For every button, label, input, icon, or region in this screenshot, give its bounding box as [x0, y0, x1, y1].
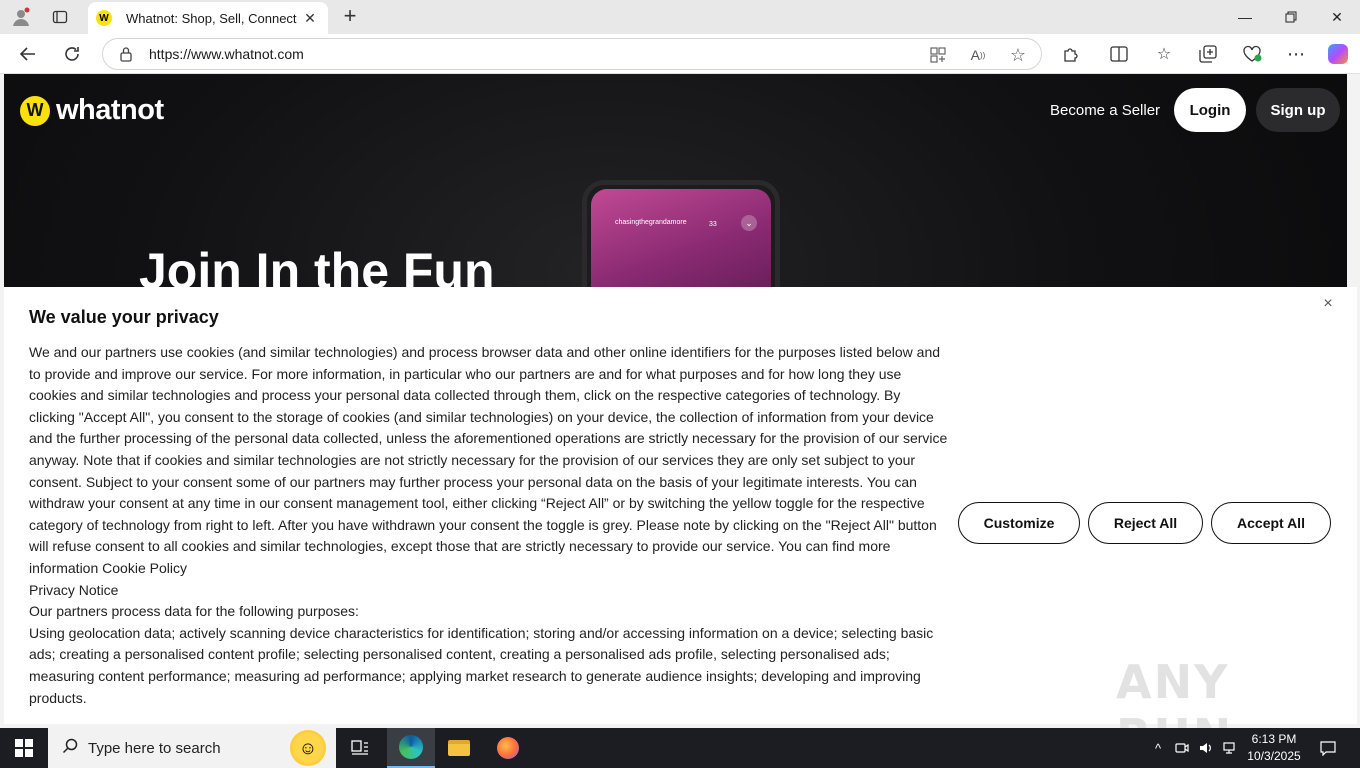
browser-essentials-icon[interactable]	[1240, 43, 1264, 65]
browser-tab-active[interactable]: W Whatnot: Shop, Sell, Connect ✕	[88, 2, 328, 34]
close-window-icon[interactable]: ✕	[1314, 0, 1360, 34]
show-hidden-icons-chevron-up-icon[interactable]: ^	[1148, 728, 1168, 768]
tab-title: Whatnot: Shop, Sell, Connect	[126, 10, 297, 26]
volume-icon[interactable]	[1196, 728, 1216, 768]
taskbar-clock[interactable]: 6:13 PM 10/3/2025	[1236, 731, 1312, 765]
taskbar-firefox[interactable]	[484, 728, 532, 768]
become-seller-link[interactable]: Become a Seller	[1050, 102, 1160, 119]
whatnot-logo-icon: W	[20, 95, 50, 126]
cookie-banner-body: We and our partners use cookies (and sim…	[29, 342, 949, 709]
windows-logo-icon	[15, 739, 33, 757]
favorite-star-icon[interactable]: ☆	[1007, 45, 1029, 65]
refresh-icon[interactable]	[59, 42, 85, 66]
notifications-icon[interactable]	[1316, 728, 1340, 768]
tab-actions-icon[interactable]	[47, 5, 73, 29]
address-bar[interactable]: https://www.whatnot.com A)) ☆	[102, 38, 1042, 70]
clock-time: 6:13 PM	[1251, 732, 1297, 746]
split-screen-icon[interactable]	[1107, 43, 1131, 65]
favorites-icon[interactable]: ☆	[1152, 43, 1176, 65]
site-info-lock-icon[interactable]	[119, 46, 133, 65]
whatnot-favicon-icon: W	[96, 10, 112, 26]
tab-close-icon[interactable]: ✕	[300, 10, 320, 27]
start-button[interactable]	[0, 728, 48, 768]
copilot-icon[interactable]	[1328, 44, 1348, 64]
cookie-description: We and our partners use cookies (and sim…	[29, 344, 948, 576]
chevron-down-icon: ⌄	[741, 215, 757, 231]
login-button[interactable]: Login	[1174, 88, 1246, 132]
more-menu-icon[interactable]: ⋯	[1284, 43, 1308, 65]
signup-button[interactable]: Sign up	[1256, 88, 1340, 132]
search-icon	[62, 738, 78, 759]
search-placeholder: Type here to search	[88, 739, 221, 757]
task-view-icon[interactable]	[336, 728, 384, 768]
phone-streamer-name: chasingthegrandamore	[615, 219, 687, 226]
accept-all-button[interactable]: Accept All	[1211, 502, 1331, 544]
edge-icon	[399, 735, 423, 759]
cookie-banner-title: We value your privacy	[29, 307, 219, 327]
read-aloud-icon[interactable]: A))	[967, 45, 989, 65]
back-icon[interactable]	[15, 42, 41, 66]
taskbar-file-explorer[interactable]	[435, 728, 483, 768]
restore-icon[interactable]	[1268, 0, 1314, 34]
logo-text: whatnot	[56, 94, 164, 126]
browser-toolbar: https://www.whatnot.com A)) ☆ ☆ ⋯	[0, 34, 1360, 74]
file-explorer-icon	[448, 740, 470, 756]
extensions-icon[interactable]	[1059, 43, 1083, 65]
new-tab-icon[interactable]: +	[338, 3, 362, 28]
clock-date: 10/3/2025	[1247, 749, 1301, 763]
collections-icon[interactable]	[1196, 43, 1220, 65]
minimize-icon[interactable]: —	[1222, 0, 1268, 34]
app-available-icon[interactable]	[927, 45, 949, 65]
cookie-consent-banner: × We value your privacy We and our partn…	[4, 287, 1357, 763]
profile-avatar-icon[interactable]	[8, 5, 34, 29]
partners-purposes: Using geolocation data; actively scannin…	[29, 624, 934, 706]
customize-button[interactable]: Customize	[958, 502, 1080, 544]
whatnot-logo[interactable]: W whatnot	[20, 94, 164, 127]
reject-all-button[interactable]: Reject All	[1088, 502, 1203, 544]
windows-taskbar: Type here to search ☺ ^ 6:13 PM 10/3/202…	[0, 728, 1360, 768]
taskbar-edge-app[interactable]	[387, 728, 435, 768]
firefox-icon	[497, 737, 519, 759]
taskbar-search-box[interactable]: Type here to search ☺	[48, 728, 336, 768]
meet-now-icon[interactable]	[1172, 728, 1192, 768]
url-text[interactable]: https://www.whatnot.com	[149, 46, 304, 62]
cookie-close-icon[interactable]: ×	[1320, 295, 1336, 313]
phone-viewer-count: 33	[709, 221, 717, 228]
search-highlight-icon: ☺	[290, 730, 326, 766]
privacy-notice-link[interactable]: Privacy Notice	[29, 580, 949, 602]
browser-tab-bar: W Whatnot: Shop, Sell, Connect ✕ + — ✕	[0, 0, 1360, 34]
partners-heading: Our partners process data for the follow…	[29, 603, 359, 620]
